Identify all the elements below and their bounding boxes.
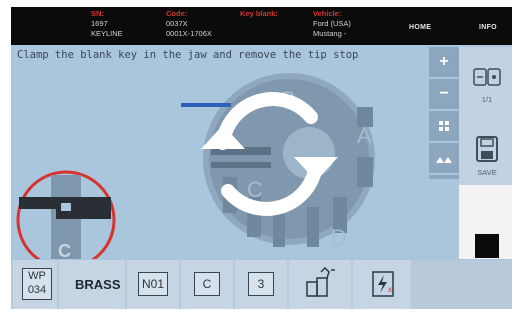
jaw-letter-d: D bbox=[331, 225, 347, 250]
save-button[interactable]: SAVE bbox=[467, 168, 507, 177]
zoom-jaw-letter: C bbox=[58, 241, 71, 259]
jaw-c-label: C bbox=[194, 272, 220, 296]
jaw-letter-c: C bbox=[247, 177, 263, 202]
quantity-button[interactable]: 3 bbox=[235, 260, 287, 309]
sn-label: SN: bbox=[91, 9, 104, 18]
page-indicator: 1/1 bbox=[481, 95, 493, 104]
jaw-letter-a: A bbox=[357, 123, 372, 148]
vehicle-make: Ford (USA) bbox=[313, 19, 351, 28]
material-label: BRASS bbox=[75, 277, 121, 292]
instruction-text: Clamp the blank key in the jaw and remov… bbox=[17, 49, 359, 61]
zoom-in-button[interactable]: + bbox=[429, 47, 459, 79]
bottom-empty-slot bbox=[413, 260, 459, 309]
zoom-detail: C bbox=[16, 170, 116, 259]
code-column: Code: 0037X 0001X-1706X bbox=[166, 9, 212, 39]
key-blade-line bbox=[181, 103, 231, 107]
sn-sub-value: KEYLINE bbox=[91, 29, 123, 38]
cut-profile-icon bbox=[436, 157, 452, 163]
tool-setup-button[interactable] bbox=[289, 260, 351, 309]
material-button[interactable]: BRASS bbox=[59, 260, 125, 309]
wp-label: WP bbox=[28, 270, 46, 282]
fit-view-button[interactable] bbox=[429, 111, 459, 143]
wp-badge: WP 034 bbox=[22, 268, 52, 300]
wp-number: 034 bbox=[27, 284, 47, 296]
machine-screen: SN: 1697 KEYLINE Code: 0037X 0001X-1706X… bbox=[11, 7, 512, 309]
vehicle-model: Mustang - bbox=[313, 29, 347, 38]
page-toggle-button[interactable] bbox=[473, 67, 501, 89]
vehicle-label: Vehicle: bbox=[313, 9, 342, 18]
bottom-toolbar: WP 034 BRASS N01 C 3 x bbox=[11, 260, 512, 309]
code-value: 0037X bbox=[166, 19, 188, 28]
vehicle-column: Vehicle: Ford (USA) Mustang - bbox=[313, 9, 351, 39]
cut-profile-button[interactable] bbox=[429, 143, 459, 175]
machine-tool-icon bbox=[306, 266, 335, 297]
stop-button[interactable] bbox=[475, 234, 499, 258]
cut-start-button[interactable]: x bbox=[353, 260, 411, 309]
jaw-c-button[interactable]: C bbox=[181, 260, 233, 309]
key-blank-column: Key blank: bbox=[240, 9, 278, 19]
home-button[interactable]: HOME bbox=[409, 24, 431, 31]
jaw-workspace: B A C D C bbox=[16, 73, 375, 259]
n-profile-button[interactable]: N01 bbox=[127, 260, 179, 309]
zoom-toolbar: + − bbox=[429, 47, 459, 179]
svg-text:x: x bbox=[388, 285, 392, 294]
code-range: 0001X-1706X bbox=[166, 29, 212, 38]
header-bar: SN: 1697 KEYLINE Code: 0037X 0001X-1706X… bbox=[11, 7, 512, 45]
save-icon[interactable] bbox=[475, 135, 499, 163]
power-cut-icon: x bbox=[372, 271, 394, 297]
n-profile-label: N01 bbox=[138, 272, 168, 296]
zoom-out-button[interactable]: − bbox=[429, 79, 459, 111]
fit-icon bbox=[439, 121, 449, 131]
code-label: Code: bbox=[166, 9, 188, 18]
sn-column: SN: 1697 KEYLINE bbox=[91, 9, 123, 39]
sn-value: 1697 bbox=[91, 19, 108, 28]
wp-key-button[interactable]: WP 034 bbox=[13, 260, 57, 309]
info-button[interactable]: INFO bbox=[479, 24, 497, 31]
key-blank-label: Key blank: bbox=[240, 9, 278, 18]
quantity-label: 3 bbox=[248, 272, 274, 296]
